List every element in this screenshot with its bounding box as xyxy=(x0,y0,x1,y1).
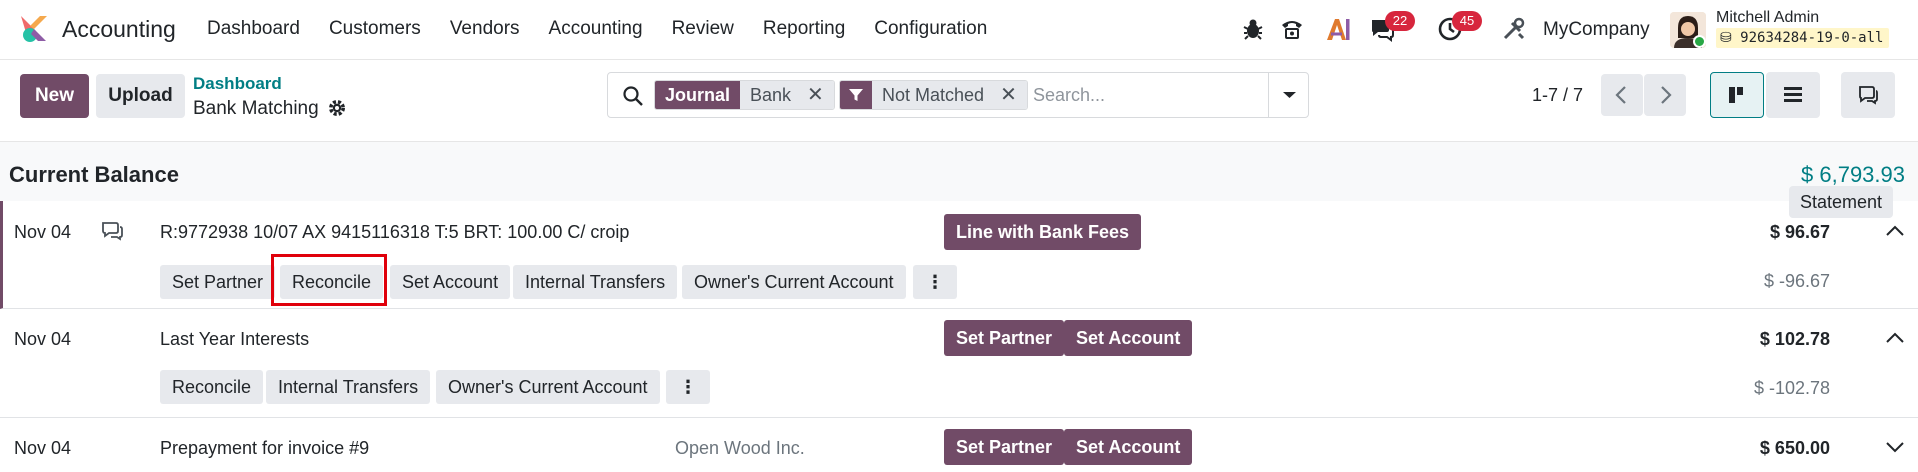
app-name[interactable]: Accounting xyxy=(62,16,176,43)
internal-transfers-button[interactable]: Internal Transfers xyxy=(266,370,431,404)
chevron-up-icon[interactable] xyxy=(1884,220,1906,242)
line-amount: $ 650.00 xyxy=(1759,438,1830,458)
chevron-up-icon[interactable] xyxy=(1884,327,1906,349)
page-title: Bank Matching xyxy=(193,98,319,119)
line-label: Last Year Interests xyxy=(160,329,310,349)
top-navbar: Accounting Dashboard Customers Vendors A… xyxy=(0,0,1918,60)
remove-facet-icon[interactable]: ✕ xyxy=(807,81,824,109)
gear-icon[interactable] xyxy=(327,98,347,118)
line-label: Prepayment for invoice #9 xyxy=(160,438,370,458)
internal-transfers-button[interactable]: Internal Transfers xyxy=(513,265,678,299)
line-residual: $ -96.67 xyxy=(1763,271,1830,291)
reconcile-button[interactable]: Reconcile xyxy=(160,370,264,404)
menu-accounting[interactable]: Accounting xyxy=(549,18,643,40)
menu-configuration[interactable]: Configuration xyxy=(874,18,987,40)
statement-line[interactable]: Nov 04 Prepayment for invoice #9 Open Wo… xyxy=(0,419,1918,472)
set-account-button[interactable]: Set Account xyxy=(390,265,511,299)
menu-reporting[interactable]: Reporting xyxy=(763,18,845,40)
search-options-toggle[interactable] xyxy=(1268,73,1309,117)
menu-dashboard[interactable]: Dashboard xyxy=(207,18,300,40)
balance-title: Current Balance xyxy=(9,162,179,187)
search-input[interactable] xyxy=(1033,81,1263,109)
set-account-button[interactable]: Set Account xyxy=(1064,320,1193,356)
line-with-bank-fees-button[interactable]: Line with Bank Fees xyxy=(944,214,1142,250)
line-label: R:9772938 10/07 AX 9415116318 T:5 BRT: 1… xyxy=(160,222,630,242)
company-switcher[interactable]: MyCompany xyxy=(1543,19,1650,41)
facet-value-wrap: Not Matched ✕ xyxy=(872,81,1027,109)
filter-icon xyxy=(840,81,872,109)
chat-icon[interactable] xyxy=(100,218,126,244)
statement-line[interactable]: Nov 04 Last Year Interests Set Partner S… xyxy=(0,310,1918,418)
line-date: Nov 04 xyxy=(14,222,72,242)
statement-tooltip: Statement xyxy=(1789,186,1893,218)
accounting-app-icon[interactable] xyxy=(18,13,50,45)
line-date: Nov 04 xyxy=(14,329,72,349)
line-date: Nov 04 xyxy=(14,438,72,458)
facet-not-matched: Not Matched ✕ xyxy=(839,80,1028,110)
balance-amount[interactable]: $ 6,793.93 xyxy=(1801,162,1905,188)
owners-current-account-button[interactable]: Owner's Current Account xyxy=(682,265,906,299)
tools-icon[interactable] xyxy=(1501,16,1527,42)
pager-next-button[interactable] xyxy=(1644,74,1686,116)
database-tag: ⛁ 92634284-19-0-all xyxy=(1716,28,1890,48)
ai-icon[interactable] xyxy=(1325,16,1351,42)
messages-badge: 22 xyxy=(1385,11,1415,31)
line-residual: $ -102.78 xyxy=(1753,378,1830,398)
facet-value: Bank xyxy=(750,85,792,105)
new-button[interactable]: New xyxy=(20,74,89,118)
activities-badge: 45 xyxy=(1452,11,1482,31)
line-amount: $ 102.78 xyxy=(1759,329,1830,349)
chevron-down-icon[interactable] xyxy=(1884,436,1906,458)
set-partner-button[interactable]: Set Partner xyxy=(944,320,1065,356)
list-icon xyxy=(1784,87,1802,102)
pager-value[interactable]: 1-7 / 7 xyxy=(1532,85,1583,106)
database-icon: ⛁ xyxy=(1720,30,1732,46)
line-partner[interactable]: Open Wood Inc. xyxy=(675,438,805,459)
kanban-icon xyxy=(1729,87,1743,103)
user-name[interactable]: Mitchell Admin xyxy=(1716,9,1819,27)
kanban-view-button[interactable] xyxy=(1710,72,1764,118)
list-view-button[interactable] xyxy=(1766,72,1820,118)
phone-icon[interactable] xyxy=(1279,16,1305,42)
chatter-toggle-button[interactable] xyxy=(1841,72,1895,118)
remove-facet-icon[interactable]: ✕ xyxy=(1000,81,1017,109)
owners-current-account-button[interactable]: Owner's Current Account xyxy=(436,370,660,404)
menu-vendors[interactable]: Vendors xyxy=(450,18,520,40)
more-actions-icon[interactable]: ⋮ xyxy=(666,370,710,404)
facet-category: Journal xyxy=(655,81,741,109)
chevron-left-icon xyxy=(1615,86,1626,104)
upload-button[interactable]: Upload xyxy=(96,74,185,118)
facet-value: Not Matched xyxy=(882,85,985,105)
chevron-right-icon xyxy=(1661,86,1672,104)
search-bar: Journal Bank ✕ Not Matched ✕ xyxy=(607,72,1309,118)
breadcrumb-dashboard[interactable]: Dashboard xyxy=(193,74,282,94)
caret-down-icon xyxy=(1283,92,1296,98)
online-status-icon xyxy=(1693,35,1706,48)
line-amount: $ 96.67 xyxy=(1769,222,1830,242)
chat-bubbles-icon xyxy=(1859,86,1878,105)
menu-review[interactable]: Review xyxy=(672,18,734,40)
search-icon[interactable] xyxy=(622,85,644,107)
reconcile-highlight-box xyxy=(271,254,387,306)
facet-value-wrap: Bank ✕ xyxy=(740,81,834,109)
set-partner-button[interactable]: Set Partner xyxy=(160,265,276,299)
database-name: 92634284-19-0-all xyxy=(1740,30,1884,46)
bug-icon[interactable] xyxy=(1240,16,1266,42)
main-menu: Dashboard Customers Vendors Accounting R… xyxy=(207,18,1016,40)
current-balance-bar: Current Balance $ 6,793.93 xyxy=(0,141,1918,201)
bank-matching-content: Current Balance $ 6,793.93 Statement Nov… xyxy=(0,141,1918,472)
menu-customers[interactable]: Customers xyxy=(329,18,421,40)
more-actions-icon[interactable]: ⋮ xyxy=(913,265,957,299)
set-partner-button[interactable]: Set Partner xyxy=(944,429,1065,465)
facet-journal: Journal Bank ✕ xyxy=(654,80,835,110)
pager-previous-button[interactable] xyxy=(1601,74,1643,116)
set-account-button[interactable]: Set Account xyxy=(1064,429,1193,465)
